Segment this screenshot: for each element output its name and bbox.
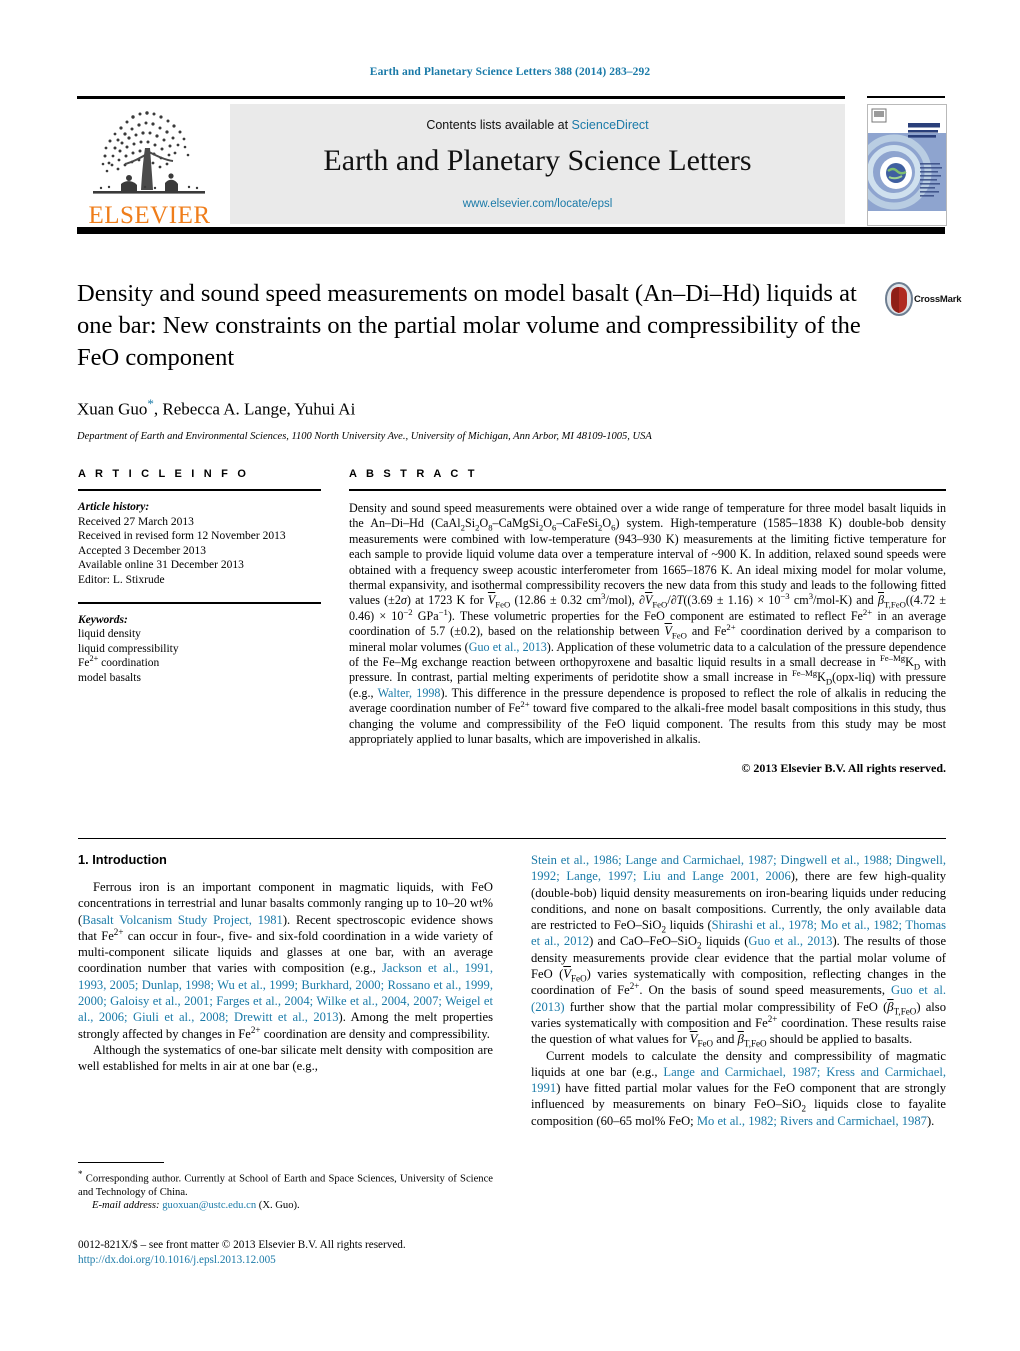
citation-link[interactable]: Shirashi et al., 1978; Mo et al., 1982; … (531, 918, 946, 948)
article-info-column: A R T I C L E I N F O Article history: R… (78, 468, 321, 686)
article-history-block: Article history: Received 27 March 2013 … (78, 500, 321, 588)
article-info-rule (78, 489, 321, 491)
crossmark-shield-icon (885, 282, 913, 316)
author-first: Xuan Guo (77, 399, 148, 419)
citation-link[interactable]: Lange and Carmichael, 1987; Kress and Ca… (531, 1065, 946, 1095)
imprint-block: 0012-821X/$ – see front matter © 2013 El… (78, 1238, 493, 1267)
sciencedirect-link[interactable]: ScienceDirect (572, 118, 649, 132)
keywords-label: Keywords: (78, 613, 128, 626)
intro-paragraph-1: Ferrous iron is an important component i… (78, 880, 494, 1041)
keyword-item: liquid compressibility (78, 642, 179, 655)
contents-available-line: Contents lists available at ScienceDirec… (230, 118, 845, 132)
abstract-column: A B S T R A C T Density and sound speed … (349, 468, 946, 776)
journal-title: Earth and Planetary Science Letters (323, 144, 752, 177)
citation-link[interactable]: Stein et al., 1986; Lange and Carmichael… (531, 853, 946, 883)
email-suffix: (X. Guo). (258, 1200, 300, 1212)
intro-paragraph-3: Current models to calculate the density … (531, 1048, 947, 1128)
citation-link[interactable]: Basalt Volcanism Study Project, 1981 (82, 913, 283, 927)
masthead-bottom-rule (77, 227, 945, 234)
article-info-heading: A R T I C L E I N F O (78, 468, 250, 480)
article-title: Density and sound speed measurements on … (77, 280, 861, 371)
citation-link[interactable]: Mo et al., 1982; Rivers and Carmichael, … (697, 1114, 927, 1128)
footnote-rule (78, 1162, 164, 1163)
keyword-item: liquid density (78, 628, 141, 641)
corresponding-author-text: Corresponding author. Currently at Schoo… (78, 1173, 493, 1198)
issn-line: 0012-821X/$ – see front matter © 2013 El… (78, 1239, 406, 1251)
masthead-top-rule-right (867, 96, 945, 98)
section-heading-introduction: 1. Introduction (78, 852, 167, 867)
citation-link[interactable]: Guo et al. (2013) (531, 983, 946, 1013)
citation-link[interactable]: Jackson et al., 1991, 1993, 2005; Dunlap… (78, 961, 493, 1024)
abstract-text: Density and sound speed measurements wer… (349, 501, 947, 747)
crossmark-badge[interactable]: CrossMark (884, 282, 964, 324)
history-item: Received 27 March 2013 (78, 515, 194, 528)
citation-link[interactable]: Walter, 1998 (378, 686, 441, 700)
history-item: Received in revised form 12 November 201… (78, 530, 286, 543)
masthead-top-rule (77, 96, 845, 99)
body-column-right: Stein et al., 1986; Lange and Carmichael… (531, 852, 946, 1129)
article-history-label: Article history: (78, 501, 150, 513)
crossmark-label: CrossMark (914, 294, 962, 305)
contents-prefix: Contents lists available at (426, 118, 572, 132)
contents-banner: Contents lists available at ScienceDirec… (230, 104, 845, 224)
doi-link[interactable]: http://dx.doi.org/10.1016/j.epsl.2013.12… (78, 1253, 493, 1268)
history-item: Editor: L. Stixrude (78, 573, 165, 586)
citation-link[interactable]: Guo et al., 2013 (469, 640, 547, 654)
running-head: Earth and Planetary Science Letters 388 … (369, 66, 651, 78)
history-item: Available online 31 December 2013 (78, 559, 244, 572)
journal-cover-art (868, 105, 946, 225)
email-label: E-mail address: (92, 1200, 160, 1212)
authors-remaining: , Rebecca A. Lange, Yuhui Ai (153, 399, 356, 419)
corresponding-author-note: * Corresponding author. Currently at Sch… (78, 1168, 493, 1199)
elsevier-wordmark: ELSEVIER (88, 202, 211, 229)
citation-link[interactable]: Guo et al., 2013 (748, 934, 832, 948)
elsevier-logo: ELSEVIER (77, 102, 222, 230)
footnote-asterisk: * (78, 1169, 83, 1179)
email-line: E-mail address: guoxuan@ustc.edu.cn (X. … (78, 1199, 493, 1212)
journal-homepage-link[interactable]: www.elsevier.com/locate/epsl (230, 198, 845, 210)
abstract-rule (349, 489, 946, 491)
elsevier-tree-icon (93, 111, 205, 194)
abstract-heading: A B S T R A C T (349, 468, 478, 480)
email-link[interactable]: guoxuan@ustc.edu.cn (162, 1200, 256, 1211)
body-column-left: 1. Introduction Ferrous iron is an impor… (78, 852, 493, 1075)
author-list: Xuan Guo*, Rebecca A. Lange, Yuhui Ai (77, 396, 867, 420)
keywords-block: Keywords: liquid density liquid compress… (78, 613, 321, 686)
keywords-rule (78, 601, 321, 604)
keyword-item: model basalts (78, 671, 141, 684)
history-item: Accepted 3 December 2013 (78, 544, 207, 557)
keyword-item: Fe2+ coordination (78, 654, 160, 670)
journal-cover-thumbnail (867, 104, 947, 226)
title-block: Density and sound speed measurements on … (77, 278, 867, 442)
article-first-page: Earth and Planetary Science Letters 388 … (0, 0, 1020, 1351)
intro-paragraph-2-continued: Stein et al., 1986; Lange and Carmichael… (531, 853, 947, 1049)
body-separator-rule (78, 838, 946, 839)
footnote-block: * Corresponding author. Currently at Sch… (78, 1168, 493, 1213)
journal-masthead: ELSEVIER Contents lists available at Sci… (77, 96, 947, 234)
abstract-copyright: © 2013 Elsevier B.V. All rights reserved… (741, 760, 946, 775)
author-affiliation: Department of Earth and Environmental Sc… (77, 430, 652, 442)
intro-paragraph-2: Although the systematics of one-bar sili… (78, 1042, 493, 1074)
